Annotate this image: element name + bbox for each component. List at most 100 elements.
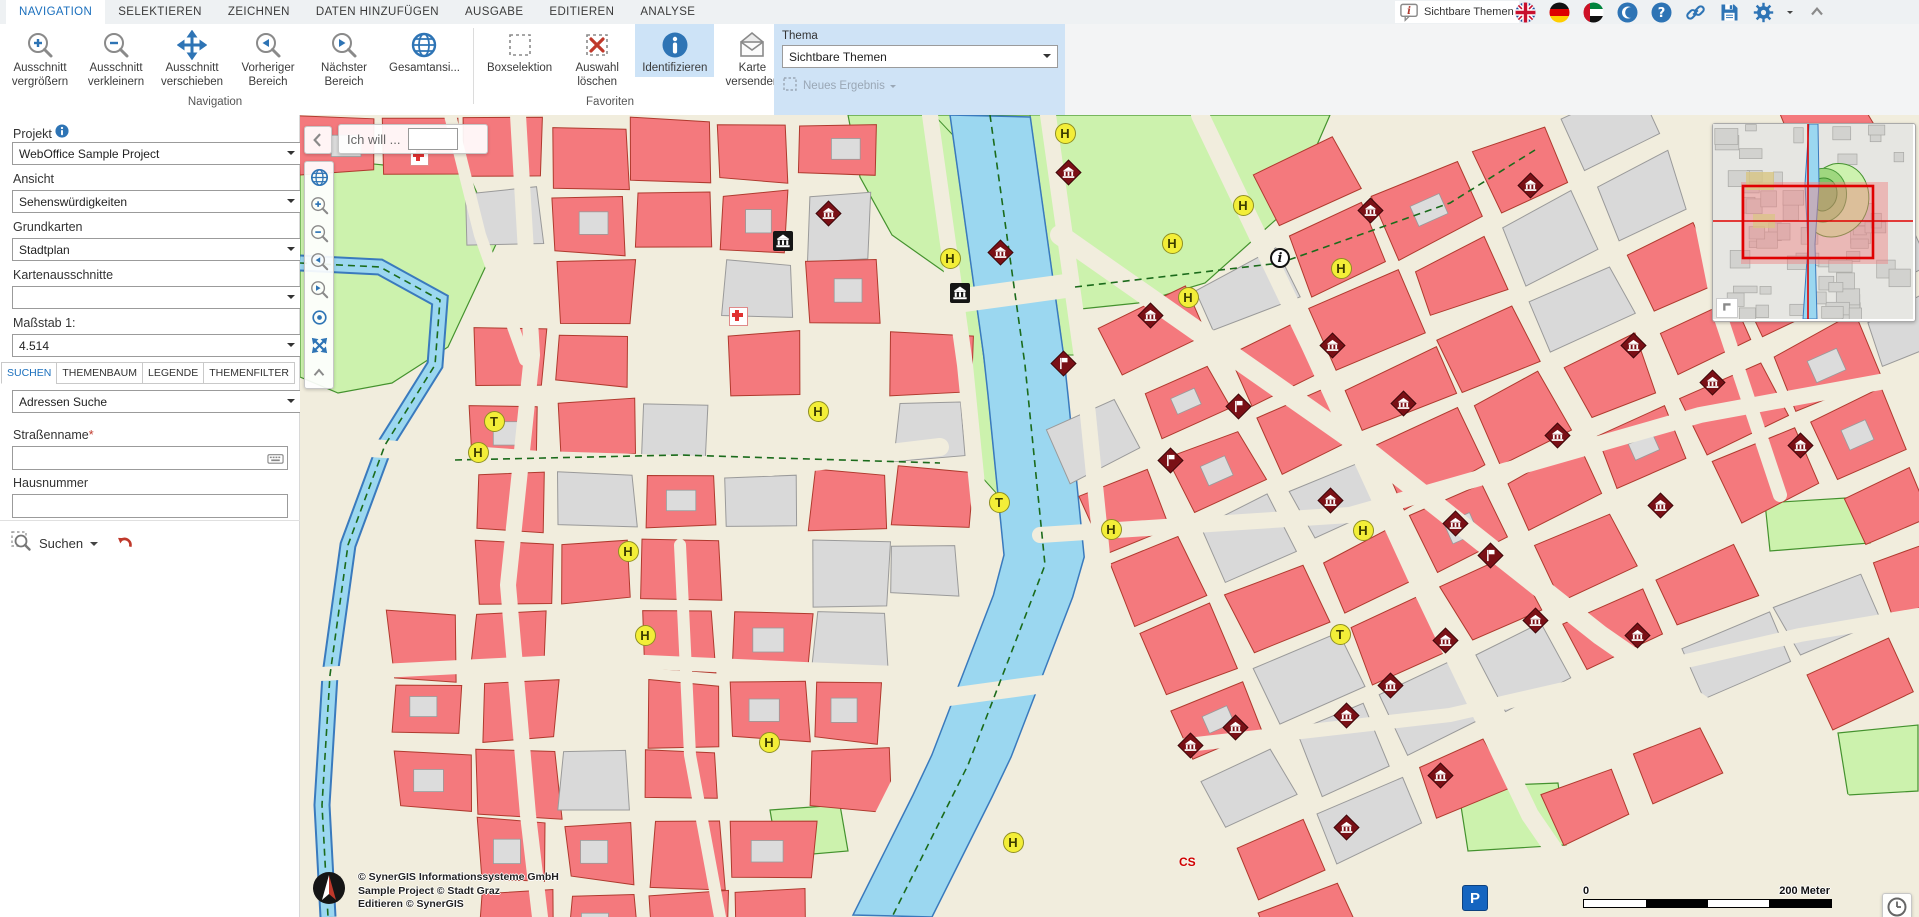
marker-sight-museum[interactable] bbox=[1177, 732, 1204, 759]
marker-stop[interactable]: H bbox=[1331, 258, 1352, 279]
project-dropdown[interactable]: WebOffice Sample Project bbox=[12, 142, 302, 165]
marker-sight-museum[interactable] bbox=[987, 239, 1014, 266]
marker-sight-museum[interactable] bbox=[1647, 492, 1674, 519]
gear-icon[interactable] bbox=[1753, 2, 1774, 23]
marker-sight-museum[interactable] bbox=[1517, 172, 1544, 199]
house-number-input[interactable] bbox=[12, 494, 288, 518]
map-toolbar-zoom-in-icon[interactable] bbox=[307, 194, 331, 216]
map-toolbar-next-extent-icon[interactable] bbox=[307, 278, 331, 300]
marker-stop[interactable]: H bbox=[1178, 287, 1199, 308]
chevron-down-icon[interactable] bbox=[90, 542, 98, 550]
marker-museum-square[interactable] bbox=[950, 283, 970, 303]
tab-legende[interactable]: LEGENDE bbox=[142, 362, 204, 384]
sidebar-collapse-button[interactable] bbox=[304, 126, 332, 154]
overview-map[interactable] bbox=[1712, 123, 1916, 322]
street-input[interactable] bbox=[12, 446, 288, 470]
view-dropdown[interactable]: Sehenswürdigkeiten bbox=[12, 190, 302, 213]
marker-stop[interactable]: H bbox=[1003, 832, 1024, 853]
ribbon-button-full-extent[interactable]: Gesamtansi... bbox=[382, 24, 467, 77]
ribbon-button-zoom-in[interactable]: Ausschnittvergrößern bbox=[2, 24, 78, 91]
marker-stop[interactable]: T bbox=[484, 411, 505, 432]
marker-stop[interactable]: H bbox=[468, 442, 489, 463]
ribbon-button-next-extent[interactable]: NächsterBereich bbox=[306, 24, 382, 91]
marker-stop[interactable]: H bbox=[635, 625, 656, 646]
marker-stop[interactable]: H bbox=[808, 401, 829, 422]
search-button[interactable]: Suchen bbox=[39, 536, 83, 551]
marker-sight-flag[interactable] bbox=[1050, 350, 1077, 377]
map-toolbar-collapse-icon[interactable] bbox=[307, 362, 331, 384]
marker-sight-museum[interactable] bbox=[1699, 369, 1726, 396]
ribbon-button-identify[interactable]: Identifizieren bbox=[635, 24, 714, 77]
marker-sight-museum[interactable] bbox=[1624, 622, 1651, 649]
tab-suchen[interactable]: SUCHEN bbox=[1, 362, 57, 384]
marker-sight-museum[interactable] bbox=[1544, 422, 1571, 449]
basemaps-dropdown[interactable]: Stadtplan bbox=[12, 238, 302, 261]
marker-sight-museum[interactable] bbox=[1333, 702, 1360, 729]
marker-sight-museum[interactable] bbox=[1427, 762, 1454, 789]
ribbon-button-clear-selection[interactable]: Auswahllöschen bbox=[559, 24, 635, 91]
search-type-dropdown[interactable]: Adressen Suche bbox=[12, 390, 302, 413]
flag-de-icon[interactable] bbox=[1549, 2, 1570, 23]
marker-stop[interactable]: H bbox=[1055, 123, 1076, 144]
marker-sight-museum[interactable] bbox=[1390, 390, 1417, 417]
marker-sight-museum[interactable] bbox=[1319, 332, 1346, 359]
help-icon[interactable]: ? bbox=[1651, 2, 1672, 23]
marker-sight-flag[interactable] bbox=[1477, 542, 1504, 569]
marker-stop[interactable]: T bbox=[989, 492, 1010, 513]
menu-tab-analyse[interactable]: ANALYSE bbox=[627, 0, 708, 24]
map-toolbar-zoom-out-icon[interactable] bbox=[307, 222, 331, 244]
marker-museum-square[interactable] bbox=[773, 231, 793, 251]
menu-tab-daten-hinzuf-gen[interactable]: DATEN HINZUFÜGEN bbox=[303, 0, 452, 24]
marker-sight-museum[interactable] bbox=[1333, 814, 1360, 841]
overview-resize-handle[interactable] bbox=[1716, 298, 1738, 318]
info-icon[interactable] bbox=[55, 127, 69, 141]
marker-parking[interactable]: P bbox=[1462, 885, 1488, 911]
marker-sight-flag[interactable] bbox=[1225, 393, 1252, 420]
link-icon[interactable] bbox=[1685, 2, 1706, 23]
marker-sight-museum[interactable] bbox=[1222, 714, 1249, 741]
marker-sight-museum[interactable] bbox=[1787, 432, 1814, 459]
marker-stop[interactable]: H bbox=[1162, 233, 1183, 254]
scale-dropdown[interactable]: 4.514 bbox=[12, 334, 302, 357]
ich-will-widget[interactable]: Ich will ... bbox=[338, 124, 488, 154]
save-icon[interactable] bbox=[1719, 2, 1740, 23]
tab-themenfilter[interactable]: THEMENFILTER bbox=[203, 362, 295, 384]
menu-tab-navigation[interactable]: NAVIGATION bbox=[6, 0, 105, 24]
map-viewport[interactable]: HHHHHHHHHHHHHHTTTiPCS Ich will ... © Syn… bbox=[300, 115, 1919, 917]
flag-ae-icon[interactable] bbox=[1583, 2, 1604, 23]
marker-cs-label[interactable]: CS bbox=[1179, 855, 1196, 869]
menu-tab-editieren[interactable]: EDITIEREN bbox=[536, 0, 627, 24]
collapse-ribbon-icon[interactable] bbox=[1806, 2, 1827, 23]
marker-sight-museum[interactable] bbox=[1522, 607, 1549, 634]
marker-sight-museum[interactable] bbox=[1137, 302, 1164, 329]
marker-sight-museum[interactable] bbox=[1357, 197, 1384, 224]
new-result-button[interactable]: Neues Ergebnis bbox=[782, 76, 1057, 95]
ribbon-button-prev-extent[interactable]: VorherigerBereich bbox=[230, 24, 306, 91]
map-toolbar-prev-extent-icon[interactable] bbox=[307, 250, 331, 272]
time-slider-button[interactable] bbox=[1882, 893, 1912, 917]
marker-stop[interactable]: H bbox=[1353, 520, 1374, 541]
marker-sight-museum[interactable] bbox=[1377, 672, 1404, 699]
ribbon-button-box-select[interactable]: Boxselektion bbox=[480, 24, 559, 77]
crescent-icon[interactable] bbox=[1617, 2, 1638, 23]
reset-search-icon[interactable] bbox=[115, 532, 134, 556]
ich-will-input[interactable] bbox=[408, 128, 458, 150]
marker-sight-museum[interactable] bbox=[1317, 487, 1344, 514]
marker-sight-museum[interactable] bbox=[1432, 627, 1459, 654]
marker-stop[interactable]: H bbox=[1233, 195, 1254, 216]
marker-stop[interactable]: H bbox=[1101, 519, 1122, 540]
map-toolbar-full-extent-icon[interactable] bbox=[307, 166, 331, 188]
tab-themenbaum[interactable]: THEMENBAUM bbox=[56, 362, 143, 384]
marker-sight-museum[interactable] bbox=[1055, 159, 1082, 186]
marker-stop[interactable]: H bbox=[618, 541, 639, 562]
marker-stop[interactable]: H bbox=[759, 732, 780, 753]
menu-tab-selektieren[interactable]: SELEKTIEREN bbox=[105, 0, 215, 24]
marker-stop[interactable]: T bbox=[1330, 624, 1351, 645]
menu-tab-zeichnen[interactable]: ZEICHNEN bbox=[215, 0, 303, 24]
marker-sight-museum[interactable] bbox=[1620, 332, 1647, 359]
marker-info-circle[interactable]: i bbox=[1270, 248, 1290, 268]
flag-gb-icon[interactable] bbox=[1515, 2, 1536, 23]
visible-themes-selector[interactable]: i Sichtbare Themen bbox=[1395, 1, 1519, 23]
map-toolbar-pan-diag-icon[interactable] bbox=[307, 334, 331, 356]
menu-tab-ausgabe[interactable]: AUSGABE bbox=[452, 0, 536, 24]
